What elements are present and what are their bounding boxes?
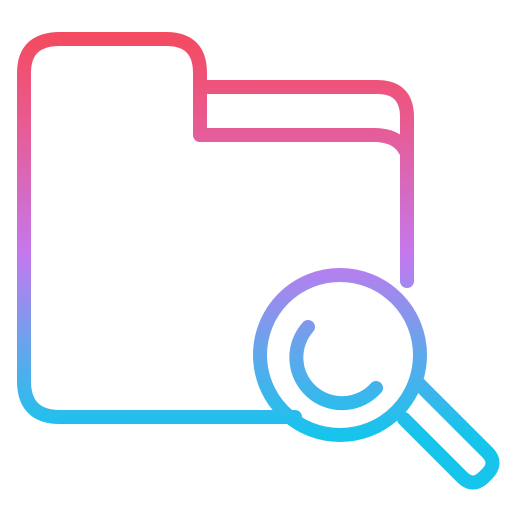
magnifier-handle: [397, 377, 500, 490]
folder-search-icon-wrapper: [0, 0, 512, 512]
folder-outline: [17, 32, 414, 424]
folder-flap-line: [193, 80, 412, 157]
folder-search-icon: [17, 32, 500, 490]
magnifier-lens-ring: [253, 268, 427, 442]
magnifier-lens-highlight: [289, 320, 383, 411]
